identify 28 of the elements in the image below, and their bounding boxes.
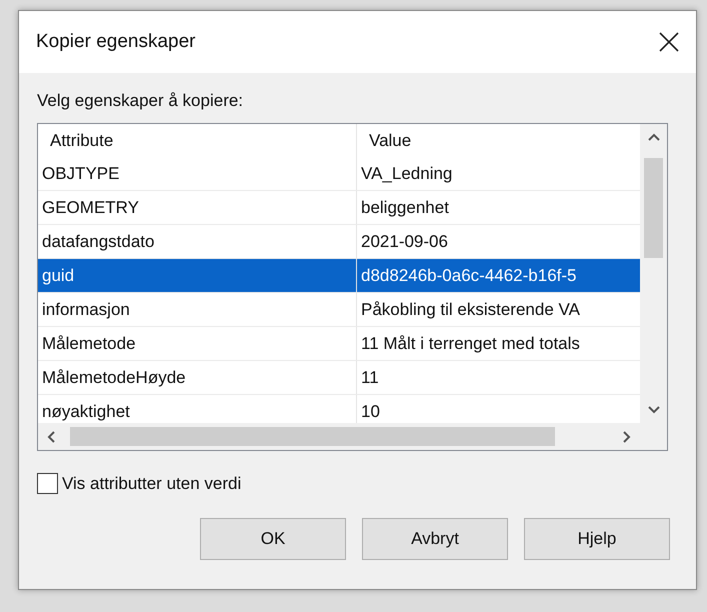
table-cell-text: GEOMETRY [41,197,140,219]
table-cell: guid [38,259,356,292]
table-row[interactable]: GEOMETRY beliggenhet [38,191,640,225]
column-header[interactable]: Attribute [38,124,356,157]
dialog-button[interactable]: OK [200,518,346,560]
table-cell: d8d8246b-0a6c-4462-b16f-5 [356,259,640,292]
table-cell-text: informasjon [41,299,131,321]
table-cell-text: OBJTYPE [41,163,120,185]
table-cell-text: nøyaktighet [41,401,131,423]
dialog-button[interactable]: Hjelp [524,518,670,560]
close-icon[interactable] [658,31,680,53]
window-title: Kopier egenskaper [36,31,196,53]
table-cell-text: Målemetode [41,333,137,355]
table-row[interactable]: Målemetode 11 Målt i terrenget med totals [38,327,640,361]
table-cell-text: MålemetodeHøyde [41,367,187,389]
table-row[interactable]: informasjon Påkobling til eksisterende VA [38,293,640,327]
vertical-scrollbar[interactable] [640,124,667,423]
table-row[interactable]: MålemetodeHøyde 11 [38,361,640,395]
table-cell-text: datafangstdato [41,231,156,253]
horizontal-scrollbar[interactable] [38,423,667,450]
table-row[interactable]: OBJTYPE VA_Ledning [38,157,640,191]
checkbox[interactable] [37,473,58,494]
scroll-thumb[interactable] [644,158,663,258]
table-row[interactable]: guid d8d8246b-0a6c-4462-b16f-5 [38,259,640,293]
checkbox-label[interactable]: Vis attributter uten verdi [62,474,242,494]
dialog-button[interactable]: Avbryt [362,518,508,560]
prompt-label: Velg egenskaper å kopiere: [37,91,244,111]
scroll-thumb[interactable] [70,427,555,446]
